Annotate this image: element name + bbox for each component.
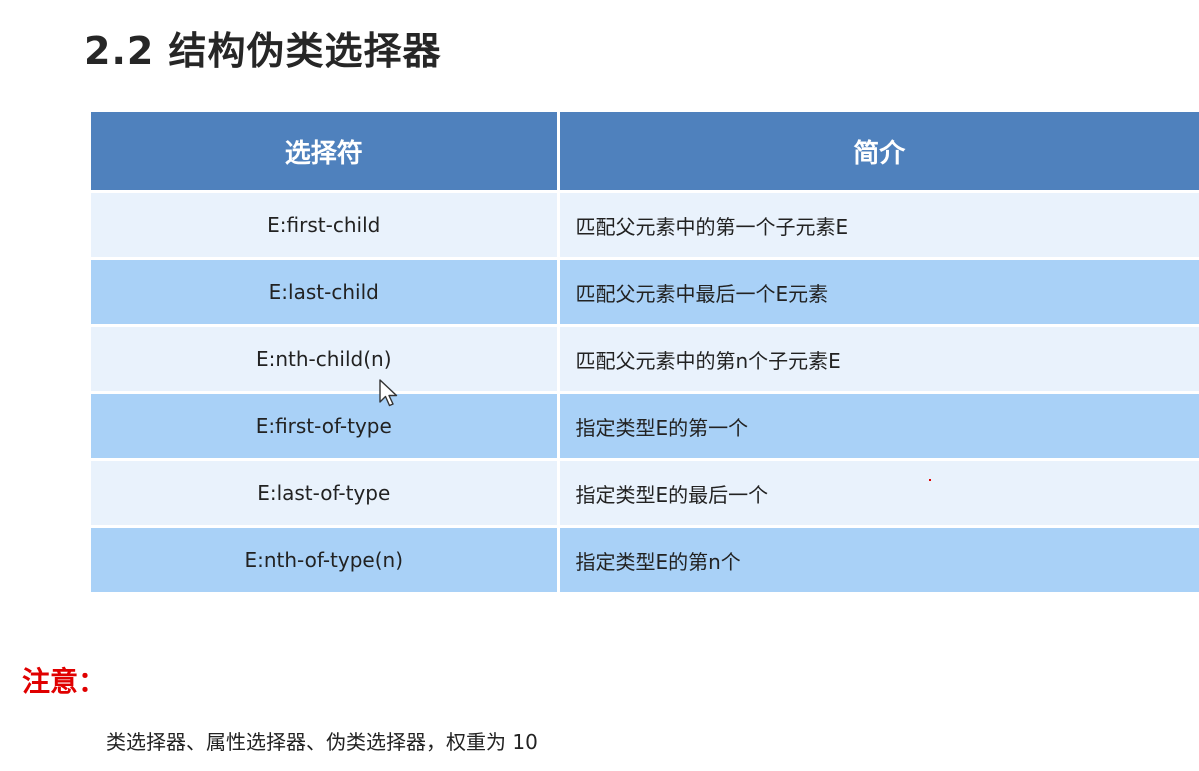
table-row: E:first-of-type 指定类型E的第一个	[91, 391, 1199, 460]
table-row: E:nth-of-type(n) 指定类型E的第n个	[91, 525, 1199, 592]
description-cell: 指定类型E的第n个	[558, 525, 1199, 592]
table-row: E:nth-child(n) 匹配父元素中的第n个子元素E	[91, 324, 1199, 393]
selector-cell: E:first-child	[91, 190, 560, 259]
table-header-row: 选择符 简介	[91, 112, 1199, 192]
selector-cell: E:last-of-type	[91, 458, 560, 527]
selector-cell: E:nth-child(n)	[91, 324, 560, 393]
table-row: E:first-child 匹配父元素中的第一个子元素E	[91, 190, 1199, 259]
selector-cell: E:last-child	[91, 257, 560, 326]
note-label: 注意：	[22, 665, 107, 698]
stray-red-dot	[929, 479, 931, 481]
selector-table: 选择符 简介 E:first-child 匹配父元素中的第一个子元素E E:la…	[91, 112, 1199, 592]
table-row: E:last-child 匹配父元素中最后一个E元素	[91, 257, 1199, 326]
slide: 2.2 结构伪类选择器 选择符 简介 E:first-child 匹配父元素中的…	[0, 0, 1199, 771]
mouse-pointer-icon	[379, 379, 398, 407]
column-header-description: 简介	[558, 112, 1199, 192]
description-cell: 指定类型E的最后一个	[558, 458, 1199, 527]
description-cell: 匹配父元素中的第n个子元素E	[558, 324, 1199, 393]
description-cell: 匹配父元素中的第一个子元素E	[558, 190, 1199, 259]
column-header-selector: 选择符	[91, 112, 560, 192]
note-text: 类选择器、属性选择器、伪类选择器，权重为 10	[106, 730, 538, 754]
table-row: E:last-of-type 指定类型E的最后一个	[91, 458, 1199, 527]
description-cell: 匹配父元素中最后一个E元素	[558, 257, 1199, 326]
page-title: 2.2 结构伪类选择器	[84, 29, 442, 73]
description-cell: 指定类型E的第一个	[558, 391, 1199, 460]
selector-cell: E:first-of-type	[91, 391, 560, 460]
selector-cell: E:nth-of-type(n)	[91, 525, 560, 592]
